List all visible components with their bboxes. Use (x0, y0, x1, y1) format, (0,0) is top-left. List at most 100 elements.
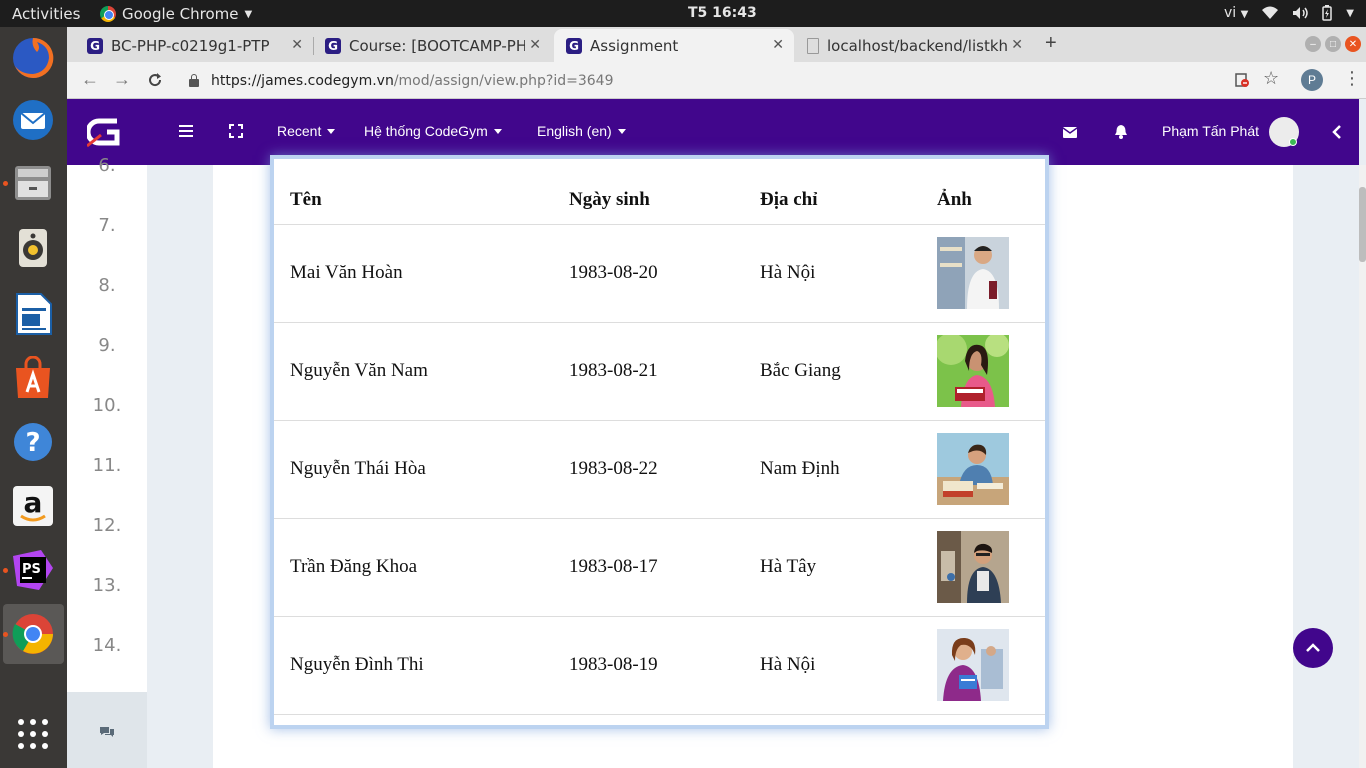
codegym-favicon: G (325, 37, 341, 54)
svg-text:PS: PS (22, 562, 41, 577)
student-photo (937, 433, 1009, 505)
recent-menu[interactable]: Recent (277, 123, 336, 139)
submission-screenshot: Tên Ngày sinh Địa chỉ Ảnh Mai Văn Hoàn 1… (270, 155, 1049, 729)
dock: ? a PS (0, 27, 67, 768)
bookmark-star-icon[interactable]: ☆ (1263, 68, 1279, 89)
show-applications-button[interactable] (10, 711, 56, 757)
tab-course[interactable]: G Course: [BOOTCAMP-PHP ✕ (315, 29, 551, 62)
table-row: Nguyễn Đình Thi 1983-08-19 Hà Nội (274, 616, 1045, 715)
list-number[interactable]: 7. (67, 215, 147, 236)
comments-icon[interactable] (99, 726, 115, 738)
minimize-button[interactable]: – (1305, 36, 1321, 52)
chrome-launcher[interactable] (10, 611, 56, 657)
new-tab-button[interactable]: + (1045, 32, 1057, 55)
bell-icon[interactable] (1115, 125, 1127, 139)
list-number[interactable]: 13. (67, 575, 147, 596)
rhythmbox-launcher[interactable] (10, 225, 56, 271)
system-top-bar: Activities Google Chrome ▼ T5 16:43 vi ▼… (0, 0, 1366, 27)
back-button[interactable]: ← (81, 69, 99, 90)
phpstorm-icon: PS (13, 550, 53, 590)
phpstorm-launcher[interactable]: PS (10, 547, 56, 593)
student-table: Tên Ngày sinh Địa chỉ Ảnh Mai Văn Hoàn 1… (274, 159, 1045, 715)
close-icon[interactable]: ✕ (772, 37, 784, 53)
envelope-icon[interactable] (1063, 127, 1077, 138)
language-menu-label: English (en) (537, 123, 612, 139)
list-number[interactable]: 9. (67, 335, 147, 356)
back-to-top-button[interactable] (1293, 628, 1333, 668)
tab-assignment[interactable]: G Assignment ✕ (554, 29, 794, 62)
table-header-row: Tên Ngày sinh Địa chỉ Ảnh (274, 159, 1045, 225)
codegym-favicon: G (566, 37, 582, 54)
files-launcher[interactable] (10, 159, 56, 205)
scrollbar-thumb[interactable] (1359, 187, 1366, 262)
cell-name: Nguyễn Văn Nam (274, 322, 569, 421)
running-indicator (3, 632, 8, 637)
hamburger-menu-icon[interactable] (179, 125, 193, 137)
clock[interactable]: T5 16:43 (688, 5, 757, 21)
list-number[interactable]: 6. (67, 155, 147, 176)
help-icon: ? (14, 423, 52, 461)
firefox-icon (13, 37, 54, 78)
cell-address: Hà Nội (760, 224, 937, 323)
thunderbird-launcher[interactable] (10, 97, 56, 143)
tab-bc-php[interactable]: G BC-PHP-c0219g1-PTP ✕ (77, 29, 314, 62)
student-photo (937, 629, 1009, 701)
forward-button[interactable]: → (113, 69, 131, 90)
maximize-button[interactable]: □ (1325, 36, 1341, 52)
tab-localhost[interactable]: localhost/backend/listkh ✕ (797, 29, 1033, 62)
column-header-photo: Ảnh (937, 159, 1045, 225)
close-icon[interactable]: ✕ (1007, 37, 1023, 53)
tab-title: BC-PHP-c0219g1-PTP (111, 36, 270, 55)
chevron-up-icon (1306, 643, 1320, 652)
chrome-menu-icon[interactable]: ⋮ (1343, 68, 1361, 89)
list-number[interactable]: 14. (67, 635, 147, 656)
running-indicator (3, 568, 8, 573)
fullscreen-icon[interactable] (229, 124, 243, 138)
activities-button[interactable]: Activities (12, 5, 80, 23)
course-index-panel: 6. 7. 8. 9. 10. 11. 12. 13. 14. (67, 155, 147, 692)
volume-icon (1293, 7, 1309, 19)
codegym-logo[interactable] (87, 115, 123, 149)
running-indicator (3, 181, 8, 186)
speaker-icon (19, 229, 47, 267)
profile-avatar[interactable]: P (1301, 69, 1323, 91)
caret-down-icon (327, 128, 336, 134)
blocked-popup-icon[interactable] (1234, 72, 1250, 88)
scrollbar[interactable] (1359, 165, 1366, 768)
url-field[interactable]: https://james.codegym.vn/mod/assign/view… (175, 67, 1255, 95)
address-bar: ← → https://james.codegym.vn/mod/assign/… (67, 62, 1366, 99)
recent-menu-label: Recent (277, 123, 322, 139)
chevron-left-icon[interactable] (1332, 125, 1342, 139)
cell-address: Bắc Giang (760, 322, 937, 421)
close-window-button[interactable]: ✕ (1345, 36, 1361, 52)
close-icon[interactable]: ✕ (291, 37, 303, 53)
software-center-launcher[interactable] (10, 355, 56, 401)
chevron-down-icon: ▼ (1240, 9, 1249, 20)
chevron-down-icon: ▼ (244, 8, 253, 20)
svg-text:?: ? (25, 428, 40, 458)
main-content: Tên Ngày sinh Địa chỉ Ảnh Mai Văn Hoàn 1… (213, 155, 1293, 768)
list-number[interactable]: 8. (67, 275, 147, 296)
app-menu-label: Google Chrome (122, 5, 239, 23)
language-menu[interactable]: English (en) (537, 123, 626, 139)
url-host: https://james.codegym.vn (211, 73, 394, 89)
amazon-launcher[interactable]: a (10, 483, 56, 529)
reload-icon[interactable] (147, 72, 163, 88)
app-menu[interactable]: Google Chrome ▼ (100, 5, 252, 23)
libreoffice-writer-launcher[interactable] (10, 291, 56, 337)
system-tray[interactable]: vi ▼ ▼ (1224, 5, 1354, 21)
list-number[interactable]: 12. (67, 515, 147, 536)
column-header-dob: Ngày sinh (569, 159, 760, 225)
student-photo (937, 531, 1009, 603)
user-name[interactable]: Phạm Tấn Phát (1162, 123, 1259, 139)
system-menu[interactable]: Hệ thống CodeGym (364, 123, 502, 139)
list-number[interactable]: 11. (67, 455, 147, 476)
battery-icon (1322, 5, 1333, 21)
close-icon[interactable]: ✕ (525, 37, 541, 53)
keyboard-layout[interactable]: vi ▼ (1224, 5, 1248, 21)
caret-down-icon (617, 128, 626, 134)
tab-title: Course: [BOOTCAMP-PHP (349, 36, 537, 55)
help-launcher[interactable]: ? (10, 419, 56, 465)
firefox-launcher[interactable] (10, 35, 56, 81)
list-number[interactable]: 10. (67, 395, 147, 416)
